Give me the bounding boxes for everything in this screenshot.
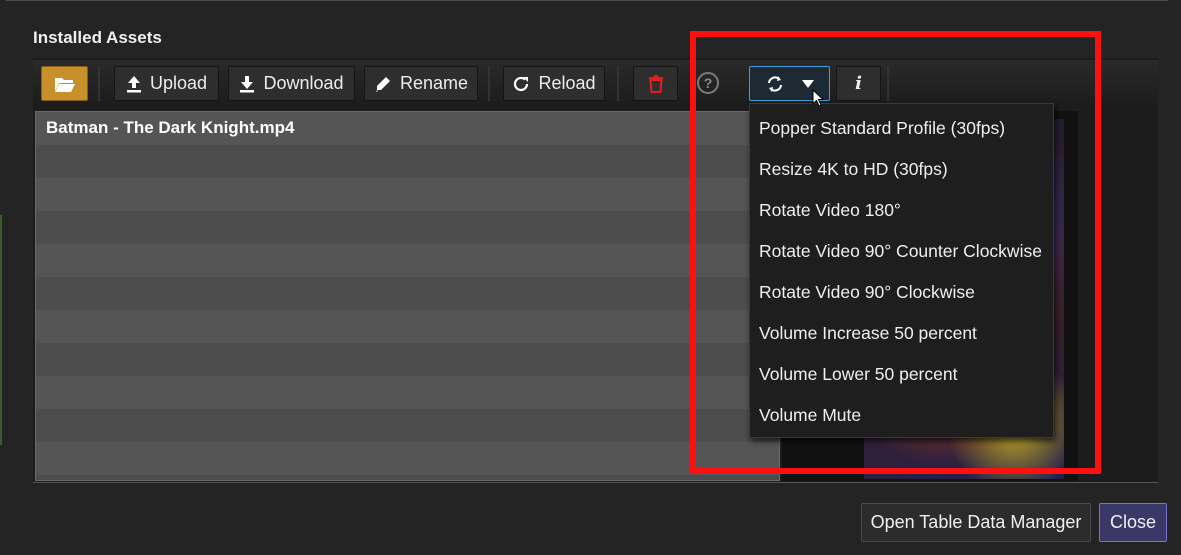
asset-file-list[interactable] <box>35 111 780 481</box>
list-row <box>36 211 779 244</box>
top-divider <box>6 0 1168 1</box>
list-row <box>36 244 779 277</box>
section-title: Installed Assets <box>33 28 162 47</box>
reload-label: Reload <box>538 73 596 93</box>
list-row <box>36 145 779 178</box>
close-button[interactable]: Close <box>1099 503 1167 542</box>
folder-open-icon <box>54 75 76 93</box>
highlight-box <box>690 31 1101 474</box>
rename-button[interactable]: Rename <box>364 66 478 101</box>
list-row <box>36 442 779 475</box>
list-row <box>36 376 779 409</box>
delete-button[interactable] <box>633 66 678 101</box>
list-item[interactable]: Batman - The Dark Knight.mp4 <box>46 118 294 138</box>
reload-icon <box>512 75 530 93</box>
open-table-data-manager-button[interactable]: Open Table Data Manager <box>861 503 1091 542</box>
mouse-cursor-icon <box>812 88 825 112</box>
download-icon <box>239 75 255 93</box>
list-row <box>36 277 779 310</box>
left-edge-accent <box>0 215 2 445</box>
list-row <box>36 409 779 442</box>
reload-button[interactable]: Reload <box>503 66 605 101</box>
rename-label: Rename <box>399 73 469 93</box>
download-label: Download <box>263 73 344 93</box>
list-row <box>36 475 779 480</box>
list-row <box>36 343 779 376</box>
pencil-icon <box>374 75 392 93</box>
list-row <box>36 310 779 343</box>
open-folder-button[interactable] <box>41 66 88 101</box>
download-button[interactable]: Download <box>228 66 355 101</box>
upload-button[interactable]: Upload <box>114 66 219 101</box>
list-row <box>36 178 779 211</box>
trash-icon <box>648 74 663 93</box>
upload-label: Upload <box>149 73 208 93</box>
toolbar-separator <box>617 66 619 101</box>
upload-icon <box>126 75 142 93</box>
toolbar-separator <box>488 66 490 101</box>
toolbar-separator <box>98 66 100 101</box>
